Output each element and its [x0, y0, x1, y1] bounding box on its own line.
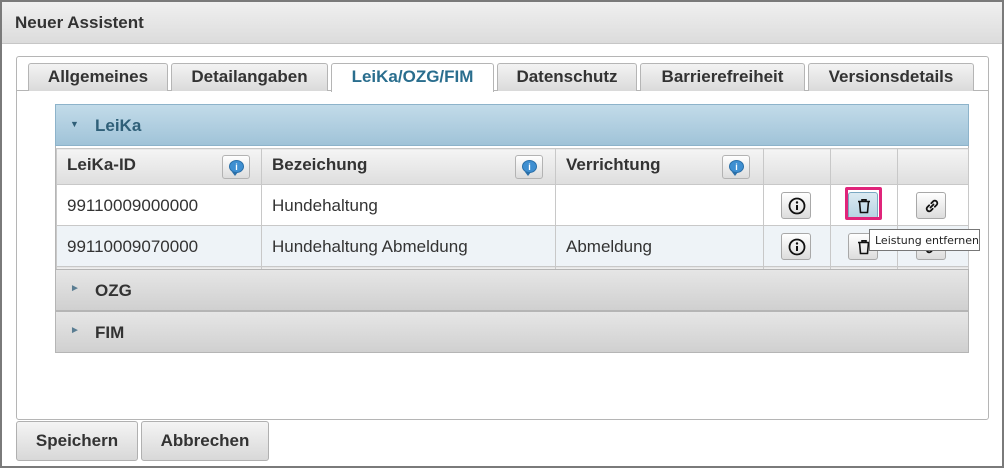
- triangle-right-icon: ►: [70, 283, 80, 294]
- tab-detailangaben[interactable]: Detailangaben: [171, 63, 328, 91]
- speech-bubble-info-icon: i: [729, 160, 744, 176]
- window-title: Neuer Assistent: [15, 13, 144, 32]
- info-button[interactable]: [781, 233, 811, 260]
- cancel-button[interactable]: Abbrechen: [141, 421, 269, 461]
- info-icon: [788, 238, 806, 256]
- leika-ozg-fim-accordion: ▼ LeiKa LeiKa-ID i Bezeichung i Verricht…: [55, 104, 969, 353]
- speech-bubble-info-icon: i: [522, 160, 537, 176]
- link-button[interactable]: [916, 192, 946, 219]
- leika-panel: LeiKa-ID i Bezeichung i Verrichtung i 99…: [55, 146, 969, 307]
- table-row[interactable]: 99110009070000 Hundehaltung Abmeldung Ab…: [56, 225, 969, 267]
- tab-leika-ozg-fim[interactable]: LeiKa/OZG/FIM: [331, 63, 494, 92]
- help-button[interactable]: i: [515, 155, 543, 179]
- cell-verrichtung: Abmeldung: [555, 225, 764, 267]
- help-button[interactable]: i: [722, 155, 750, 179]
- column-label: LeiKa-ID: [67, 155, 136, 174]
- tab-allgemeines[interactable]: Allgemeines: [28, 63, 168, 91]
- column-header-delete: [830, 148, 898, 185]
- cell-bezeichnung: Hundehaltung Abmeldung: [261, 225, 556, 267]
- accordion-header-leika[interactable]: ▼ LeiKa: [55, 104, 969, 146]
- accordion-label-fim: FIM: [95, 323, 125, 342]
- cell-verrichtung: [555, 184, 764, 226]
- triangle-right-icon: ►: [70, 325, 80, 336]
- help-button[interactable]: i: [222, 155, 250, 179]
- tab-bar: Allgemeines Detailangaben LeiKa/OZG/FIM …: [17, 57, 988, 92]
- tab-datenschutz[interactable]: Datenschutz: [497, 63, 637, 91]
- column-header-leika-id[interactable]: LeiKa-ID i: [56, 148, 262, 185]
- accordion-header-fim[interactable]: ► FIM: [55, 311, 969, 353]
- accordion-label-leika: LeiKa: [95, 116, 142, 135]
- link-icon: [925, 199, 939, 213]
- accordion-header-ozg[interactable]: ► OZG: [55, 269, 969, 311]
- column-header-info: [763, 148, 831, 185]
- tab-panel: Allgemeines Detailangaben LeiKa/OZG/FIM …: [16, 56, 989, 420]
- tooltip: Leistung entfernen: [869, 229, 980, 251]
- save-button[interactable]: Speichern: [16, 421, 138, 461]
- speech-bubble-info-icon: i: [229, 160, 244, 176]
- column-label: Verrichtung: [566, 155, 661, 174]
- cell-leika-id: 99110009070000: [56, 225, 262, 267]
- assistant-window: Neuer Assistent Allgemeines Detailangabe…: [0, 0, 1004, 468]
- triangle-down-icon: ▼: [70, 119, 79, 129]
- column-label: Bezeichung: [272, 155, 368, 174]
- table-row[interactable]: 99110009000000 Hundehaltung: [56, 184, 969, 226]
- column-header-bezeichung[interactable]: Bezeichung i: [261, 148, 556, 185]
- cell-leika-id: 99110009000000: [56, 184, 262, 226]
- focus-highlight: [845, 187, 882, 220]
- info-button[interactable]: [781, 192, 811, 219]
- column-header-verrichtung[interactable]: Verrichtung i: [555, 148, 764, 185]
- accordion-label-ozg: OZG: [95, 281, 132, 300]
- window-titlebar: Neuer Assistent: [2, 2, 1002, 44]
- column-header-link: [897, 148, 969, 185]
- tab-barrierefreiheit[interactable]: Barrierefreiheit: [640, 63, 805, 91]
- tab-versionsdetails[interactable]: Versionsdetails: [808, 63, 974, 91]
- table-header-row: LeiKa-ID i Bezeichung i Verrichtung i: [56, 148, 969, 185]
- cell-bezeichnung: Hundehaltung: [261, 184, 556, 226]
- info-icon: [788, 197, 806, 215]
